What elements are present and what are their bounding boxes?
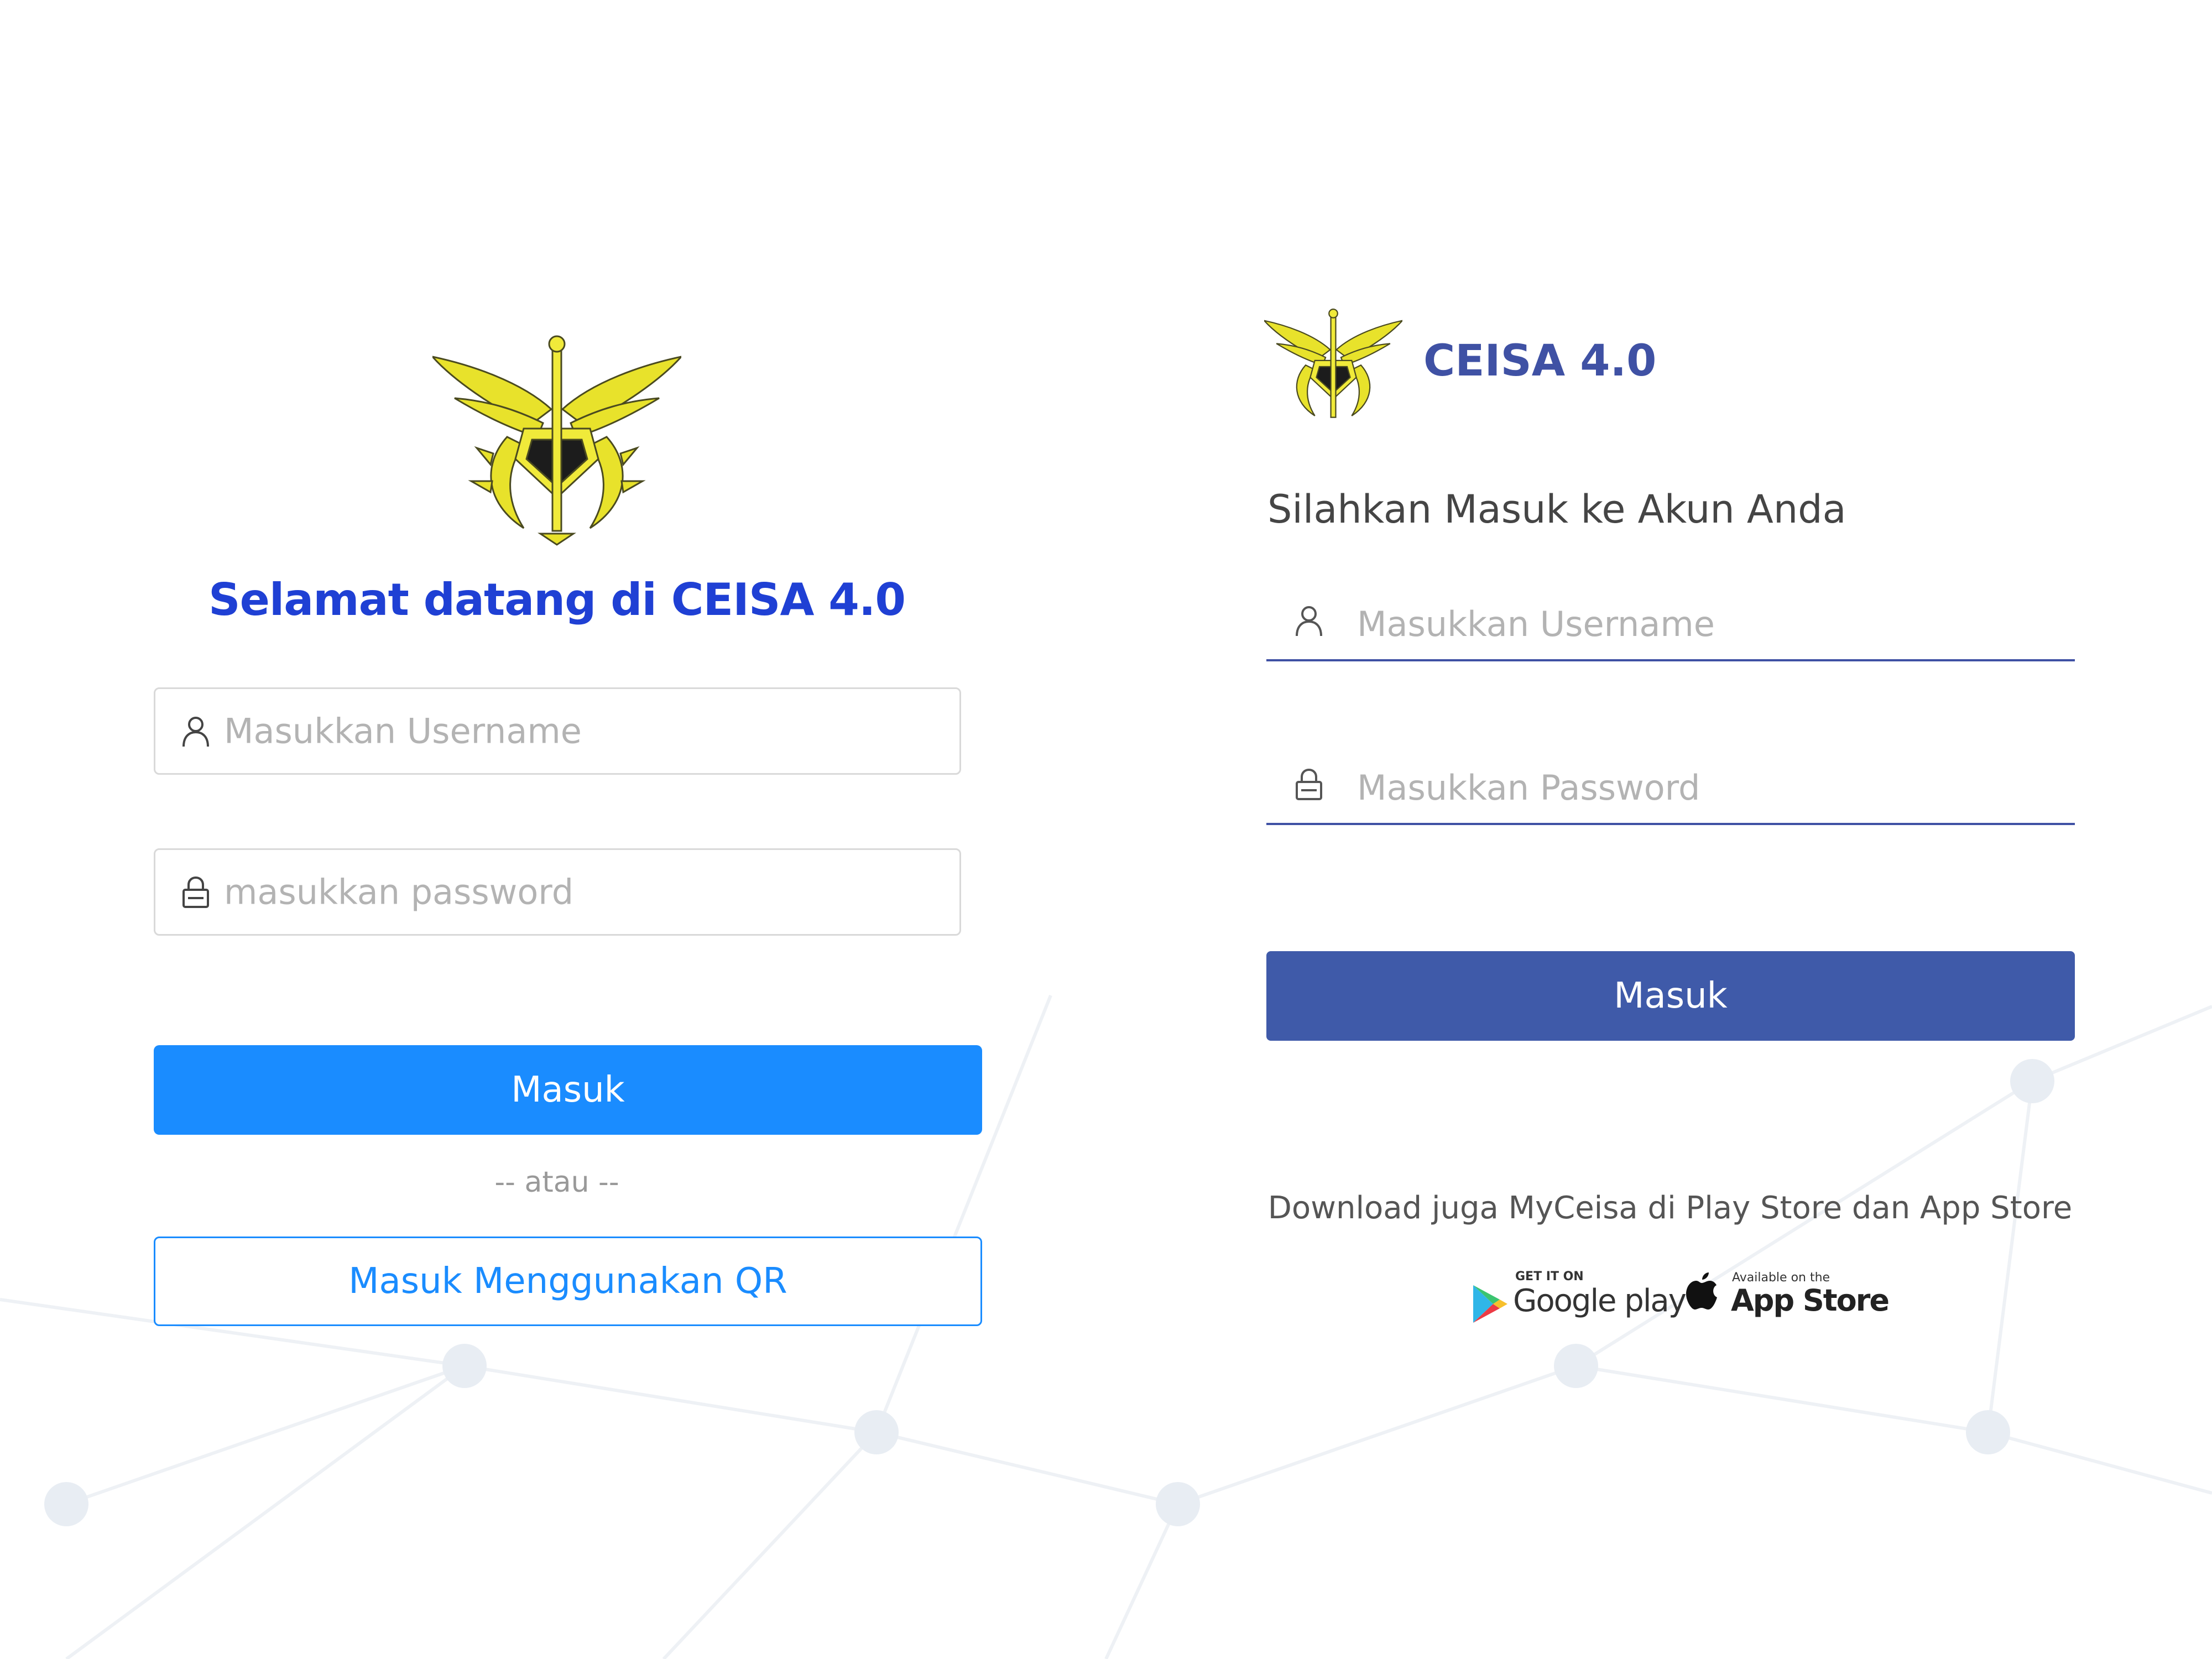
login-button[interactable]: Masuk (154, 1045, 982, 1135)
lock-icon (182, 876, 209, 908)
lock-icon (1296, 768, 1322, 800)
google-play-small-text: GET IT ON (1515, 1270, 1584, 1284)
password-placeholder: Masukkan Password (1357, 768, 1700, 808)
password-input[interactable]: Masukkan Password (1266, 748, 2075, 825)
login-button[interactable]: Masuk (1266, 951, 2075, 1041)
google-play-icon (1473, 1285, 1507, 1323)
login-heading: Silahkan Masuk ke Akun Anda (1267, 487, 1846, 532)
password-placeholder: masukkan password (224, 872, 574, 912)
apple-icon (1686, 1272, 1717, 1310)
user-icon (1296, 606, 1322, 637)
password-input[interactable]: masukkan password (154, 848, 961, 936)
customs-emblem-logo (1264, 308, 1402, 418)
username-placeholder: Masukkan Username (1357, 604, 1715, 644)
welcome-title: Selamat datang di CEISA 4.0 (208, 574, 906, 625)
user-icon (182, 717, 209, 747)
right-login-panel: CEISA 4.0 Silahkan Masuk ke Akun Anda Ma… (1106, 0, 2212, 1659)
qr-login-button[interactable]: Masuk Menggunakan QR (154, 1237, 982, 1326)
google-play-badge[interactable]: GET IT ON Google play (1471, 1266, 1687, 1327)
username-input[interactable]: Masukkan Username (154, 687, 961, 775)
customs-emblem-logo (432, 335, 681, 546)
app-name: CEISA 4.0 (1423, 336, 1657, 386)
app-store-badge[interactable]: Available on the App Store (1686, 1266, 1890, 1327)
username-input[interactable]: Masukkan Username (1266, 584, 2075, 661)
left-login-panel: Selamat datang di CEISA 4.0 Masukkan Use… (0, 0, 1106, 1659)
username-placeholder: Masukkan Username (224, 711, 582, 752)
app-store-label: App Store (1731, 1283, 1890, 1318)
download-app-text: Download juga MyCeisa di Play Store dan … (1267, 1190, 2073, 1226)
google-play-label: Google play (1513, 1283, 1687, 1319)
